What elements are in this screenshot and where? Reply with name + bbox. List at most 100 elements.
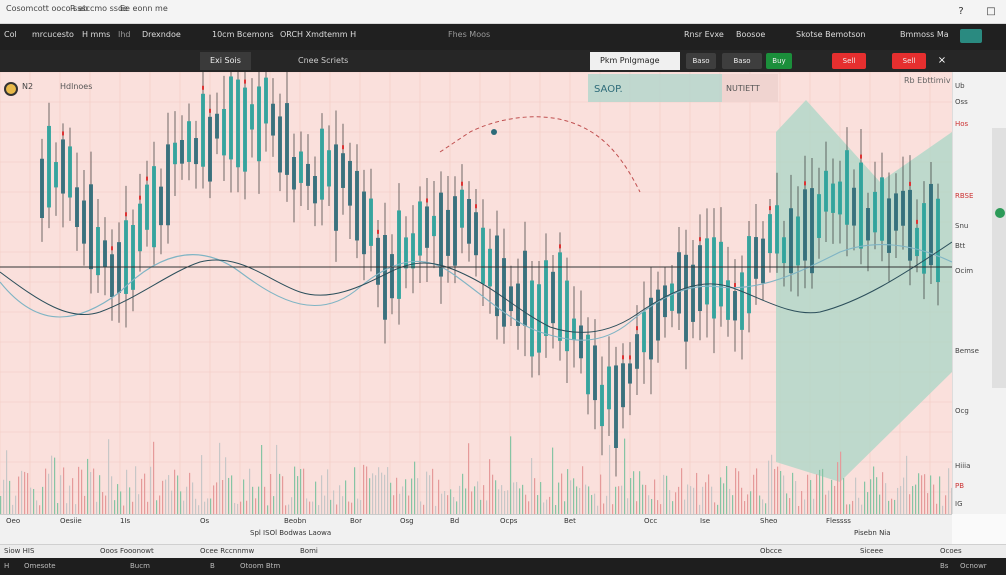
signal-marker — [860, 154, 862, 159]
volume-bar — [588, 486, 590, 514]
signal-marker — [426, 198, 428, 203]
candle-body — [124, 220, 128, 294]
toolbar-item-7[interactable]: Fhes Moos — [448, 30, 490, 39]
volume-bar — [297, 476, 299, 514]
buy-button[interactable]: Buy — [766, 53, 792, 69]
candle-body — [369, 198, 373, 246]
candle-body — [68, 146, 72, 198]
volume-bar — [117, 484, 119, 514]
toolbar-item-2[interactable]: H mms — [82, 30, 110, 39]
window-tab-a[interactable]: R ab — [70, 4, 88, 13]
close-panel-icon[interactable]: × — [936, 53, 948, 69]
volume-bar — [219, 442, 221, 514]
marker-point[interactable] — [491, 129, 497, 135]
footer-item-2[interactable]: Bucm — [130, 562, 150, 570]
price-box[interactable]: Pkm Pnlgmage — [590, 52, 680, 70]
volume-bar — [345, 480, 347, 514]
volume-bar — [693, 487, 695, 514]
candle-body — [495, 235, 499, 317]
footer-item-4[interactable]: Otoom Btm — [240, 562, 280, 570]
volume-bar — [384, 474, 386, 514]
footer-item-0[interactable]: H — [4, 562, 9, 570]
candle-body — [922, 203, 926, 274]
tab-active[interactable]: Exi Sois — [200, 52, 251, 70]
volume-bar — [243, 479, 245, 514]
volume-bar — [489, 459, 491, 514]
volume-bar — [426, 471, 428, 514]
volume-bar — [819, 469, 821, 514]
volume-bar — [834, 485, 836, 514]
signal-marker — [622, 355, 624, 360]
toolbar-item-4[interactable]: Drexndoe — [142, 30, 181, 39]
statusbar: Siow HIS Ooos Fooonowt Ocee Rccnnmw Bomi… — [0, 544, 1006, 558]
candle-body — [362, 191, 366, 255]
volume-bar — [198, 505, 200, 514]
toolbar-item-6[interactable]: ORCH Xmdtemm H — [280, 30, 356, 39]
volume-bar — [564, 501, 566, 514]
footer-item-6[interactable]: Ocnowr — [960, 562, 987, 570]
status-item-3[interactable]: Obcce — [760, 547, 782, 555]
baso-button-a[interactable]: Baso — [686, 53, 716, 69]
footer-item-3[interactable]: B — [210, 562, 215, 570]
toolbar-right-0[interactable]: Rnsr Evxe — [684, 30, 724, 39]
volume-bar — [435, 505, 437, 514]
volume-bar — [108, 439, 110, 514]
sell-button-b[interactable]: Sell — [892, 53, 926, 69]
maximize-button[interactable]: □ — [985, 6, 997, 18]
volume-bar — [945, 495, 947, 514]
volume-bar — [138, 494, 140, 514]
volume-bar — [21, 470, 23, 514]
toolbar-item-1[interactable]: mrcucesto — [32, 30, 74, 39]
candle-body — [621, 363, 625, 408]
layout-icon[interactable] — [960, 29, 982, 43]
toolbar-right-3[interactable]: Bmmoss Ma — [900, 30, 949, 39]
volume-bar — [141, 478, 143, 514]
volume-bar — [594, 493, 596, 514]
volume-bar — [69, 485, 71, 514]
symbol-name[interactable]: Hdlnoes — [60, 82, 92, 91]
candle-body — [208, 116, 212, 182]
volume-bar — [597, 505, 599, 514]
candle-body — [635, 334, 639, 369]
footer-item-5[interactable]: Bs — [940, 562, 948, 570]
volume-bar — [51, 455, 53, 514]
price-chart[interactable] — [0, 72, 952, 514]
tab-second[interactable]: Cnee Scriets — [288, 52, 358, 70]
volume-bar — [492, 474, 494, 514]
volume-bar — [672, 501, 674, 514]
symbol-code[interactable]: N2 — [22, 82, 33, 91]
candle-body — [355, 170, 359, 241]
toolbar-right-2[interactable]: Skotse Bemotson — [796, 30, 865, 39]
time-label-4: Beobn — [284, 517, 307, 525]
candle-body — [691, 264, 695, 322]
volume-bar — [411, 478, 413, 514]
right-label-7: Bemse — [955, 347, 979, 355]
toolbar-item-0[interactable]: Col — [4, 30, 17, 39]
toolbar-item-3[interactable]: Ihd — [118, 30, 131, 39]
candle-body — [803, 189, 807, 261]
minimize-button[interactable]: ? — [955, 6, 967, 18]
time-axis[interactable]: Oeo Oesiie 1Is Os Beobn Bor Osg Bd Ocps … — [0, 514, 952, 544]
toolbar-right-1[interactable]: Boosoe — [736, 30, 765, 39]
volume-bar — [150, 466, 152, 514]
status-item-4[interactable]: Siceee — [860, 547, 883, 555]
chart-area[interactable]: N2 Hdlnoes SAOP. NUTIETT Rb Ebttimiv — [0, 72, 952, 514]
toolbar-item-5[interactable]: 10cm Bcemons — [212, 30, 274, 39]
candle-body — [47, 125, 51, 208]
status-item-5[interactable]: Ocoes — [940, 547, 962, 555]
candle-body — [502, 258, 506, 327]
candle-body — [110, 254, 114, 298]
footer-item-1[interactable]: Omesote — [24, 562, 56, 570]
volume-bar — [744, 501, 746, 514]
candle-body — [747, 236, 751, 314]
candle-body — [824, 170, 828, 212]
sell-button[interactable]: Sell — [832, 53, 866, 69]
volume-bar — [633, 471, 635, 514]
candle-body — [740, 272, 744, 330]
right-scrollbar[interactable] — [992, 128, 1006, 388]
volume-bar — [210, 498, 212, 514]
volume-bar — [690, 486, 692, 514]
baso-button-b[interactable]: Baso — [722, 53, 762, 69]
candle-body — [593, 345, 597, 401]
window-tab-b[interactable]: Ee eonn me — [120, 4, 168, 13]
